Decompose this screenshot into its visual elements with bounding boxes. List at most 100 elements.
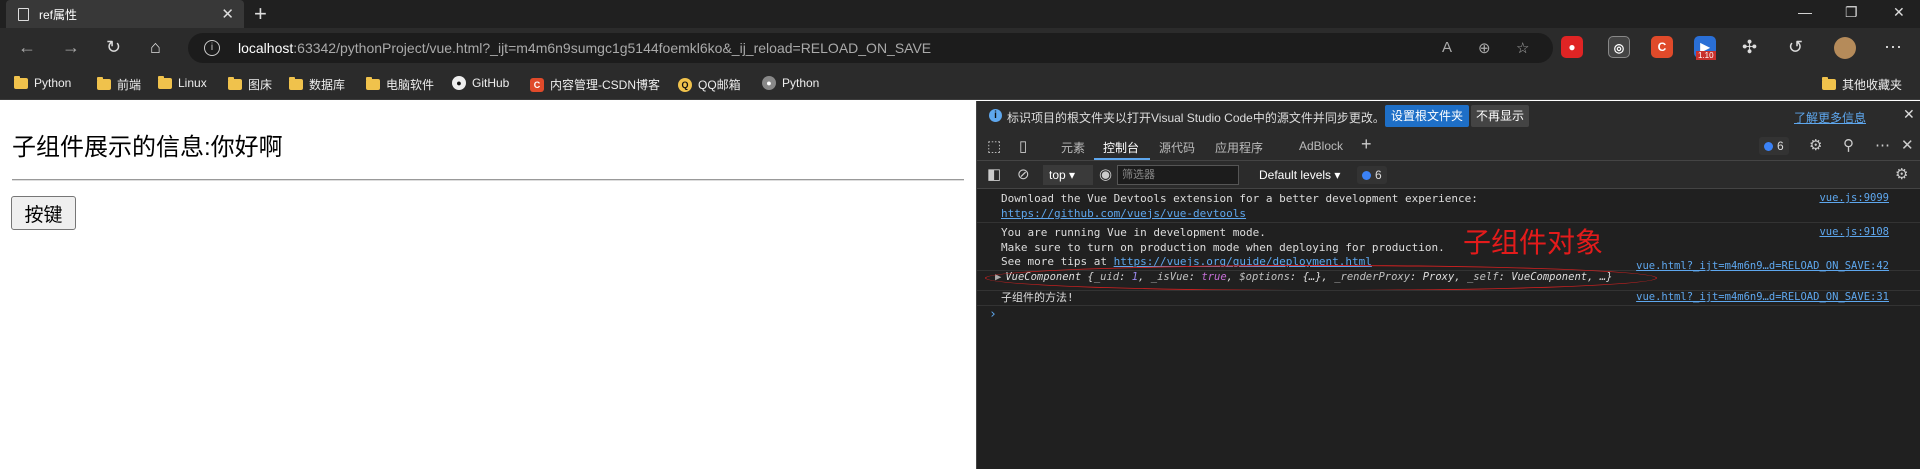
console-text: Download the Vue Devtools extension for …: [1001, 192, 1478, 205]
bookmark-label: QQ邮箱: [698, 78, 741, 92]
tab-sources[interactable]: 源代码: [1159, 139, 1195, 156]
log-levels-dropdown[interactable]: Default levels ▾: [1259, 168, 1340, 182]
bookmark-item[interactable]: 前端: [97, 76, 141, 93]
bookmark-label: 电脑软件: [386, 78, 435, 92]
page-button[interactable]: 按键: [11, 196, 76, 230]
extension-icon[interactable]: ●: [1561, 36, 1583, 58]
python-icon: ●: [762, 76, 776, 90]
extensions-icon[interactable]: ✣: [1742, 37, 1757, 58]
bookmark-item[interactable]: Linux: [158, 75, 207, 90]
bookmark-label: 前端: [117, 78, 142, 92]
bookmark-item[interactable]: C 内容管理-CSDN博客: [530, 76, 660, 93]
console-text: See more tips at: [1001, 255, 1114, 268]
bookmark-label: 图床: [248, 78, 273, 92]
divider: [12, 179, 964, 181]
settings-gear-icon[interactable]: ⚙: [1809, 136, 1822, 154]
bookmark-item[interactable]: Python: [14, 75, 72, 90]
tab-application[interactable]: 应用程序: [1215, 139, 1263, 156]
home-icon[interactable]: ⌂: [150, 37, 161, 58]
minimize-button[interactable]: —: [1798, 4, 1812, 20]
dont-show-again-button[interactable]: 不再显示: [1471, 105, 1530, 127]
learn-more-link[interactable]: 了解更多信息: [1794, 109, 1866, 126]
qq-mail-icon: Q: [678, 77, 692, 92]
info-icon: i: [989, 109, 1002, 122]
levels-issues-badge[interactable]: 6: [1357, 166, 1387, 184]
address-bar[interactable]: i localhost:63342/pythonProject/vue.html…: [188, 33, 1553, 63]
forward-icon[interactable]: →: [62, 37, 80, 58]
more-tabs-plus-icon[interactable]: +: [1361, 134, 1372, 155]
folder-icon: [289, 77, 303, 90]
csdn-extension-icon[interactable]: C: [1651, 36, 1673, 58]
child-message: 子组件展示的信息:你好啊: [12, 134, 283, 161]
more-options-icon[interactable]: ⋯: [1875, 136, 1890, 154]
customize-icon[interactable]: ⚲: [1843, 136, 1854, 154]
message-separator: [977, 305, 1920, 306]
console-settings-gear-icon[interactable]: ⚙: [1895, 165, 1908, 183]
browser-tab[interactable]: ref属性 ✕: [6, 0, 244, 28]
issues-dot-icon: [1764, 141, 1773, 151]
bookmark-label: Python: [34, 76, 72, 90]
devtools-tab-strip: ⬚ ▯ 元素 控制台 源代码 应用程序 AdBlock + 6 ⚙ ⚲ ⋯ ✕: [977, 131, 1920, 161]
tab-close-icon[interactable]: ✕: [221, 5, 234, 23]
live-expression-eye-icon[interactable]: ◉: [1099, 165, 1112, 183]
console-message: Download the Vue Devtools extension for …: [1001, 192, 1478, 221]
issues-count: 6: [1777, 139, 1784, 153]
issues-badge[interactable]: 6: [1759, 137, 1789, 155]
message-separator: [977, 222, 1920, 223]
tab-title: ref属性: [39, 7, 78, 22]
active-tab-indicator: [1094, 158, 1150, 160]
more-icon[interactable]: ⋯: [1884, 37, 1902, 58]
levels-label: Default levels: [1259, 168, 1332, 182]
console-prompt[interactable]: ›: [989, 307, 997, 322]
other-bookmarks[interactable]: 其他收藏夹: [1822, 76, 1902, 93]
info-text: 标识项目的根文件夹以打开Visual Studio Code中的源文件并同步更改…: [1007, 111, 1385, 125]
bookmark-item[interactable]: 图床: [228, 76, 272, 93]
issues-dot-icon: [1362, 170, 1371, 180]
console-message: 子组件的方法!: [1001, 291, 1074, 304]
folder-icon: [158, 75, 172, 89]
source-link[interactable]: vue.html?_ijt=m4m6n9…d=RELOAD_ON_SAVE:42: [1636, 260, 1889, 272]
tab-console[interactable]: 控制台: [1103, 139, 1139, 156]
source-link[interactable]: vue.js:9108: [1819, 226, 1889, 238]
console-toolbar: ◧ ⊘ top ▾ ◉ 筛选器 Default levels ▾ 6 ⚙: [977, 161, 1920, 189]
infobar-close-icon[interactable]: ✕: [1903, 106, 1915, 123]
bookmark-item[interactable]: ● GitHub: [452, 76, 509, 90]
console-text: You are running Vue in development mode.: [1001, 226, 1266, 239]
restore-button[interactable]: ❐: [1845, 4, 1858, 21]
inspect-icon[interactable]: ⬚: [987, 137, 1001, 155]
bookmark-label: 其他收藏夹: [1842, 78, 1903, 92]
bookmark-item[interactable]: ● Python: [762, 76, 819, 90]
favorite-icon[interactable]: ☆: [1516, 39, 1529, 57]
navigation-bar: ← → ↻ ⌂ i localhost:63342/pythonProject/…: [0, 28, 1920, 68]
bookmarks-bar: Python 前端 Linux 图床 数据库 电脑软件 ● GitHub C 内容管…: [0, 68, 1920, 100]
extension-icon[interactable]: ◎: [1608, 36, 1630, 58]
bookmark-item[interactable]: Q QQ邮箱: [678, 76, 741, 93]
levels-count: 6: [1375, 168, 1382, 182]
bookmark-item[interactable]: 电脑软件: [366, 76, 434, 93]
new-tab-button[interactable]: +: [254, 1, 267, 27]
sidebar-toggle-icon[interactable]: ◧: [987, 165, 1001, 183]
window-close-button[interactable]: ✕: [1893, 4, 1905, 21]
avatar[interactable]: [1834, 37, 1856, 59]
bookmark-label: Linux: [178, 76, 207, 90]
github-icon: ●: [452, 76, 466, 90]
bookmark-label: Python: [782, 76, 820, 90]
zoom-icon[interactable]: ⊕: [1478, 39, 1491, 57]
tab-elements[interactable]: 元素: [1061, 139, 1085, 156]
context-selector[interactable]: top ▾: [1043, 165, 1093, 185]
device-toolbar-icon[interactable]: ▯: [1019, 137, 1027, 155]
history-icon[interactable]: ↺: [1788, 37, 1803, 58]
read-aloud-icon[interactable]: A: [1442, 39, 1452, 56]
tab-adblock[interactable]: AdBlock: [1299, 139, 1343, 153]
back-icon[interactable]: ←: [18, 37, 36, 58]
source-link[interactable]: vue.html?_ijt=m4m6n9…d=RELOAD_ON_SAVE:31: [1636, 291, 1889, 303]
clear-console-icon[interactable]: ⊘: [1017, 165, 1030, 183]
console-filter-input[interactable]: 筛选器: [1117, 165, 1239, 185]
set-root-folder-button[interactable]: 设置根文件夹: [1385, 105, 1470, 127]
bookmark-item[interactable]: 数据库: [289, 76, 345, 93]
refresh-icon[interactable]: ↻: [106, 37, 121, 58]
console-link[interactable]: https://github.com/vuejs/vue-devtools: [1001, 207, 1478, 222]
devtools-close-icon[interactable]: ✕: [1901, 136, 1914, 154]
site-info-icon[interactable]: i: [204, 40, 220, 56]
source-link[interactable]: vue.js:9099: [1819, 192, 1889, 204]
